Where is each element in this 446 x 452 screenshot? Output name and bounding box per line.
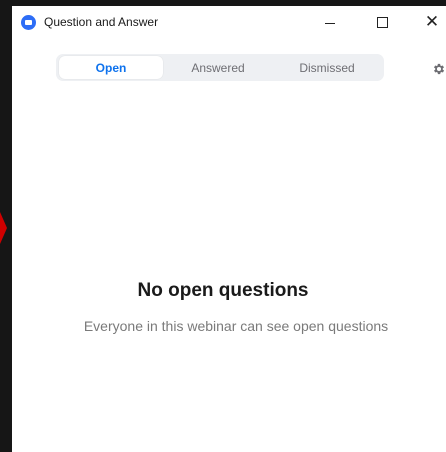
empty-state-subtitle: Everyone in this webinar can see open qu…: [83, 318, 389, 334]
tab-answered[interactable]: Answered: [164, 56, 272, 79]
zoom-logo-icon: [21, 15, 36, 30]
maximize-button[interactable]: [360, 6, 404, 38]
arrow-pointer-icon: [0, 212, 7, 244]
qa-window: Question and Answer ✕ Open Answered Dism…: [12, 6, 446, 452]
close-button[interactable]: ✕: [410, 6, 446, 38]
tab-open[interactable]: Open: [59, 56, 163, 79]
maximize-icon: [376, 16, 388, 28]
gear-icon[interactable]: [432, 62, 446, 76]
empty-state-title: No open questions: [137, 280, 309, 301]
window-title: Question and Answer: [44, 15, 159, 29]
tab-bar: Open Answered Dismissed: [56, 54, 384, 81]
minimize-icon: [325, 22, 335, 24]
title-bar[interactable]: Question and Answer ✕: [12, 6, 446, 38]
tab-dismissed[interactable]: Dismissed: [272, 56, 382, 79]
close-icon: ✕: [424, 11, 440, 32]
minimize-button[interactable]: [308, 6, 352, 38]
